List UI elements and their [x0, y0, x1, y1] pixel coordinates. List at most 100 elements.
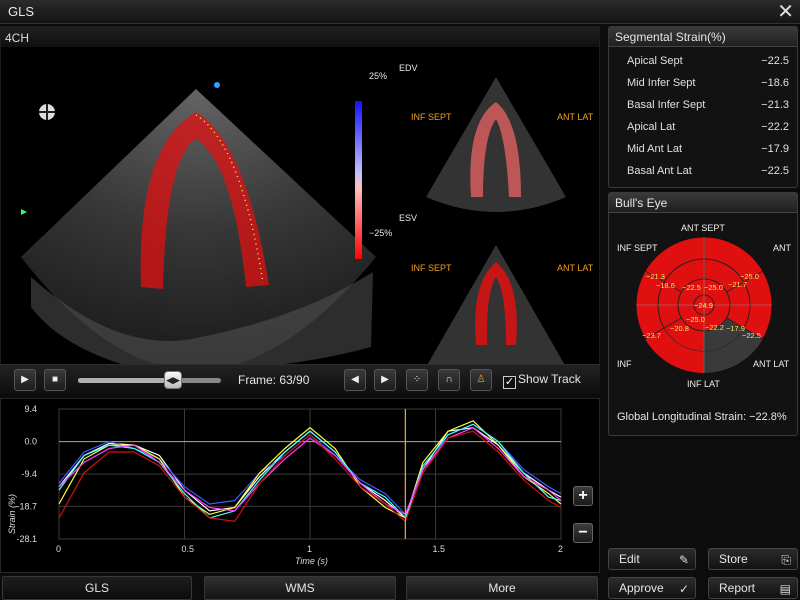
segmental-strain-panel: Segmental Strain(%) Apical Sept −22.5 Mid…	[608, 26, 798, 188]
bullseye-value-center: −24.9	[694, 301, 713, 310]
edv-inf-sept-label: INF SEPT	[411, 112, 452, 122]
playback-toolbar: ▶ ■ ◀▶ Frame: 63/90 ◀ ▶ ⁘ ∩ ♙ ✓ Show Trac…	[0, 364, 600, 394]
segment-value: −22.2	[761, 121, 789, 133]
bullseye-label-inf-lat: INF LAT	[687, 379, 720, 389]
y-axis-label: Strain (%)	[7, 494, 17, 534]
pencil-icon: ✎	[678, 553, 689, 567]
person-icon[interactable]: ♙	[470, 369, 492, 391]
store-label: Store	[719, 552, 748, 566]
bullseye-label-inf: INF	[617, 359, 632, 369]
x-axis-label: Time (s)	[295, 556, 328, 566]
bullseye-value-basal-inf: −23.7	[642, 331, 661, 340]
trace-points-icon[interactable]: ⁘	[406, 369, 428, 391]
echo-image[interactable]	[1, 47, 599, 391]
window-title: GLS	[8, 4, 35, 19]
bullseye-value-apical-ant: −25.0	[704, 283, 723, 292]
x-tick-label: 1	[307, 544, 312, 554]
bullseye-value-apical-lat: −22.2	[705, 323, 724, 332]
zoom-out-button[interactable]: −	[573, 523, 593, 543]
y-tick-label: 9.4	[24, 404, 37, 414]
segment-label: Apical Lat	[627, 121, 676, 133]
y-tick-label: -9.4	[21, 469, 37, 479]
global-longitudinal-strain: Global Longitudinal Strain: −22.8%	[617, 411, 787, 423]
play-button[interactable]: ▶	[14, 369, 36, 391]
title-bar: GLS ✕	[0, 0, 800, 24]
frame-slider-thumb[interactable]: ◀▶	[164, 371, 182, 389]
next-frame-button[interactable]: ▶	[374, 369, 396, 391]
segment-row-apical-sept: Apical Sept −22.5	[627, 55, 789, 67]
edv-sector	[426, 77, 566, 212]
bottom-tab-bar: GLS WMS More	[0, 576, 600, 600]
report-icon: ▤	[779, 582, 791, 596]
store-button[interactable]: Store ⎘	[708, 548, 798, 570]
strain-chart[interactable]: 0 0.5 1 1.5 2 9.4 0.0 -9.4 -18.7 -28.1 Time (s) Str…	[1, 399, 601, 574]
bullseye-value-basal-inf-sept: −21.3	[646, 272, 665, 281]
segment-label: Mid Ant Lat	[627, 143, 683, 155]
bullseye-value-mid-ant-lat: −21.7	[728, 280, 747, 289]
x-tick-label: 2	[558, 544, 563, 554]
close-icon[interactable]: ✕	[777, 0, 794, 24]
segment-value: −21.3	[761, 99, 789, 111]
stop-button[interactable]: ■	[44, 369, 66, 391]
bullseye-title: Bull's Eye	[609, 193, 797, 213]
esv-label: ESV	[399, 213, 418, 223]
x-tick-label: 0	[56, 544, 61, 554]
edv-ant-lat-label: ANT LAT	[557, 112, 594, 122]
bullseye-label-ant: ANT	[773, 243, 791, 253]
depth-marker-icon	[21, 209, 27, 215]
segment-row-apical-lat: Apical Lat −22.2	[627, 121, 789, 133]
segment-label: Mid Infer Sept	[627, 77, 696, 89]
segment-row-mid-ant-lat: Mid Ant Lat −17.9	[627, 143, 789, 155]
approve-icon: ✓	[678, 582, 689, 596]
report-label: Report	[719, 581, 756, 595]
frame-counter: Frame: 63/90	[238, 373, 310, 387]
edit-label: Edit	[619, 552, 640, 566]
bullseye-value-mid-inf-sept: −18.6	[656, 281, 675, 290]
viewer-header	[1, 27, 599, 47]
tab-more[interactable]: More	[406, 576, 598, 600]
segment-label: Basal Infer Sept	[627, 99, 706, 111]
tab-gls[interactable]: GLS	[2, 576, 192, 600]
edit-button[interactable]: Edit ✎	[608, 548, 696, 570]
segment-label: Basal Ant Lat	[627, 165, 692, 177]
bullseye-value-mid-inf: −20.8	[670, 324, 689, 333]
bullseye-label-ant-sept: ANT SEPT	[681, 223, 725, 233]
tab-wms[interactable]: WMS	[204, 576, 396, 600]
y-tick-label: 0.0	[24, 437, 37, 447]
y-tick-label: -28.1	[16, 534, 37, 544]
bullseye-plot[interactable]: −24.9 −22.5 −25.0 −22.2 −25.0 −18.6 −21.…	[634, 235, 774, 375]
strain-graph-panel: 0 0.5 1 1.5 2 9.4 0.0 -9.4 -18.7 -28.1 Time (s) Str…	[0, 398, 600, 573]
previous-frame-button[interactable]: ◀	[344, 369, 366, 391]
zoom-in-button[interactable]: +	[573, 486, 593, 506]
segment-value: −18.6	[761, 77, 789, 89]
approve-button[interactable]: Approve ✓	[608, 577, 696, 599]
echo-viewer[interactable]: 4CH 25% −25% EDV ESV INF SEPT ANT LAT IN…	[0, 26, 600, 393]
segment-row-basal-ant-lat: Basal Ant Lat −22.5	[627, 165, 789, 177]
segment-label: Apical Sept	[627, 55, 683, 67]
bullseye-panel: Bull's Eye ANT SEPT INF SEPT ANT INF ANT…	[608, 192, 798, 436]
segmental-strain-title: Segmental Strain(%)	[609, 27, 797, 47]
show-track-checkbox[interactable]: ✓ Show Track	[503, 372, 581, 389]
segment-row-mid-infer-sept: Mid Infer Sept −18.6	[627, 77, 789, 89]
color-bar-min-label: −25%	[369, 228, 393, 238]
report-button[interactable]: Report ▤	[708, 577, 798, 599]
y-tick-label: -18.7	[16, 501, 37, 511]
bullseye-value-apical-inf: −25.0	[686, 315, 705, 324]
curve-icon[interactable]: ∩	[438, 369, 460, 391]
view-label: 4CH	[5, 31, 30, 45]
esv-ant-lat-label: ANT LAT	[557, 263, 594, 273]
bullseye-value-basal-ant-lat: −25.0	[740, 272, 759, 281]
esv-inf-sept-label: INF SEPT	[411, 263, 452, 273]
approve-label: Approve	[619, 581, 664, 595]
x-tick-label: 1.5	[433, 544, 446, 554]
segment-value: −17.9	[761, 143, 789, 155]
segment-value: −22.5	[761, 165, 789, 177]
probe-marker	[214, 82, 220, 88]
save-icon: ⎘	[781, 553, 791, 567]
bullseye-value-apical-sept: −22.5	[682, 283, 701, 292]
bullseye-value-basal-lat: −22.5	[742, 331, 761, 340]
segment-row-basal-infer-sept: Basal Infer Sept −21.3	[627, 99, 789, 111]
edv-label: EDV	[399, 63, 418, 73]
strain-color-bar	[355, 101, 362, 259]
show-track-label: Show Track	[518, 372, 581, 386]
